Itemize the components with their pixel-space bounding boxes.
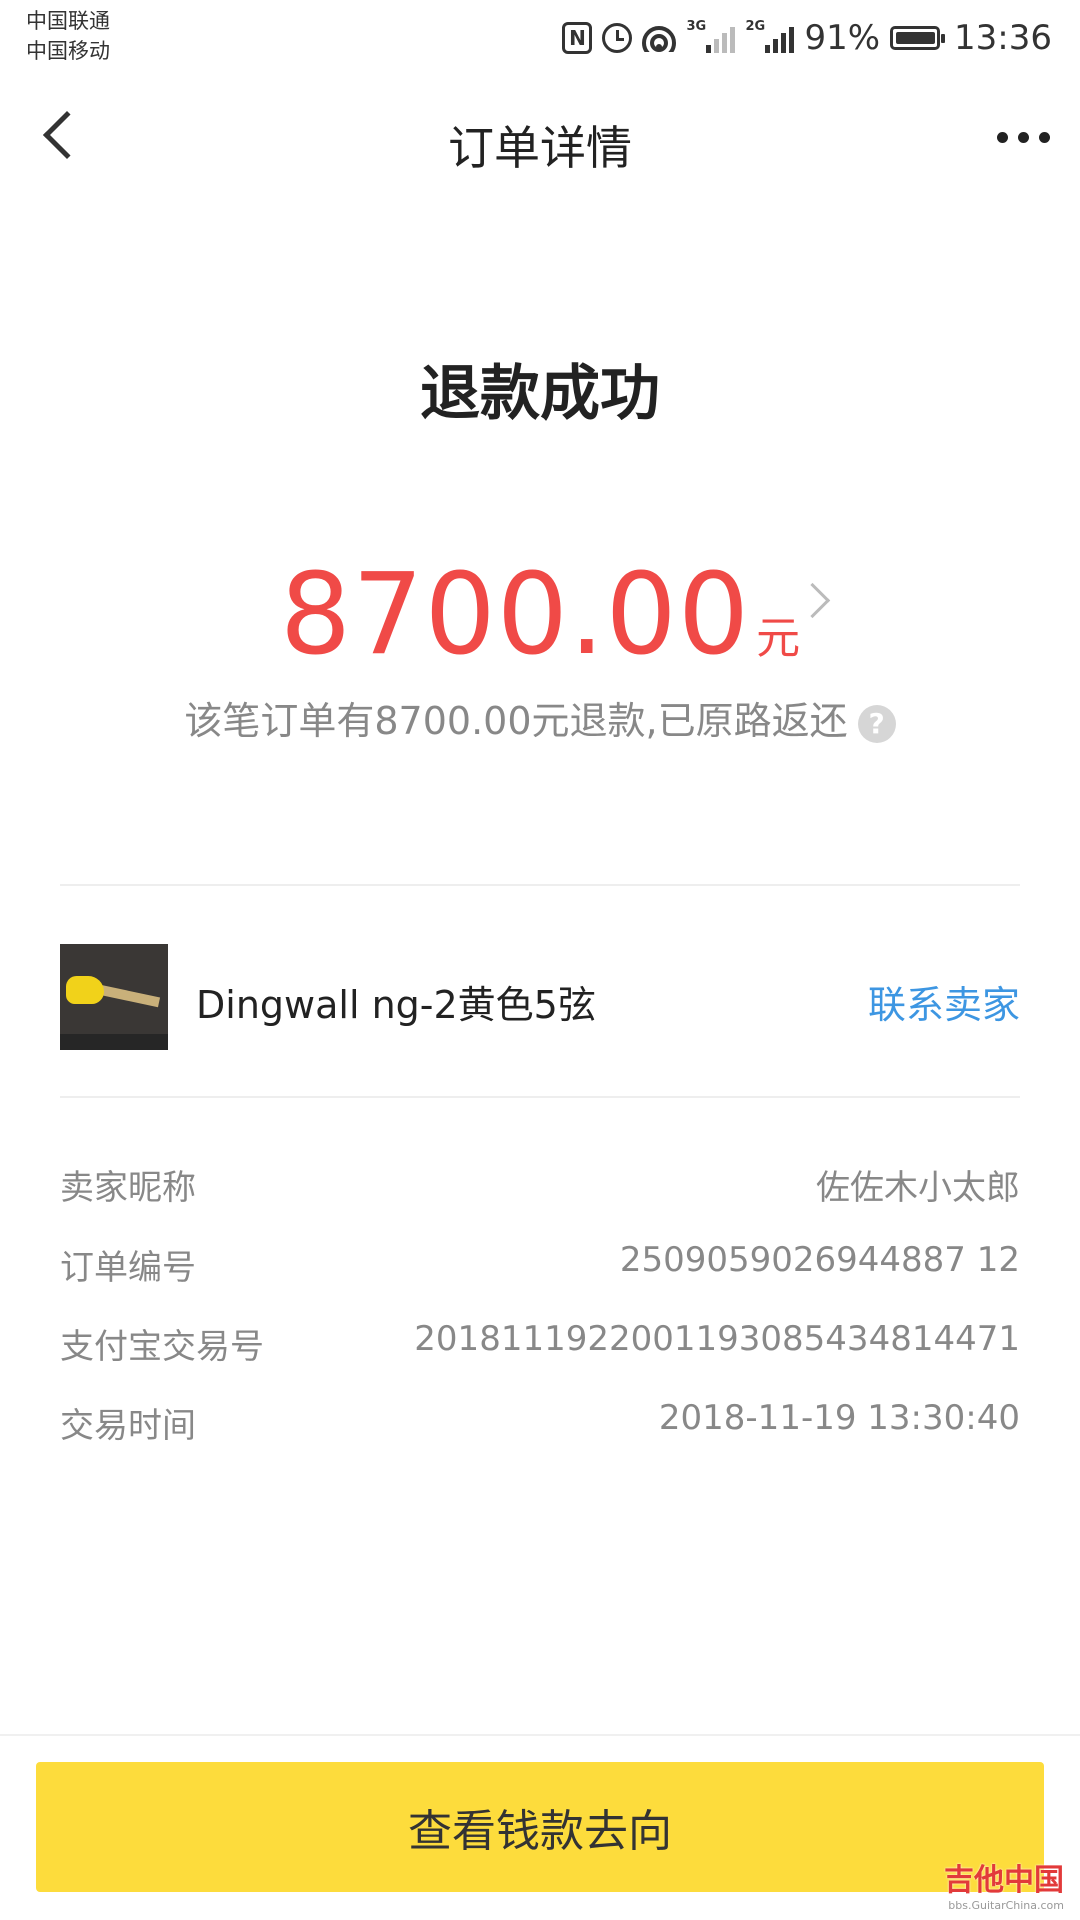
watermark: 吉他中国 bbs.GuitarChina.com [944,1855,1064,1912]
product-thumbnail[interactable] [60,944,168,1050]
more-options-icon[interactable] [997,132,1050,143]
watermark-sub: bbs.GuitarChina.com [948,1899,1064,1912]
net-type-1: 3G [686,19,707,34]
amount-value: 8700.00 [279,550,751,680]
divider [60,1096,1020,1098]
status-icons: N 3G 2G 91% 13:36 [562,18,1052,58]
alipay-trade-no-label: 支付宝交易号 [60,1327,264,1367]
carrier-2: 中国移动 [26,39,110,63]
signal-3g-icon: 3G [686,19,736,53]
battery-icon [890,26,946,50]
divider [60,884,1020,886]
page-title: 订单详情 [448,121,632,175]
seller-nickname-value: 佐佐木小太郎 [816,1168,1020,1208]
contact-seller-link[interactable]: 联系卖家 [868,974,1020,1029]
wifi-icon [642,24,677,52]
trade-time-value: 2018-11-19 13:30:40 [658,1398,1020,1438]
refund-note-text: 该笔订单有8700.00元退款,已原路返还 [184,699,848,743]
order-number-label: 订单编号 [60,1248,196,1288]
alipay-trade-no-value: 2018111922001193085434814471 [414,1319,1020,1359]
order-number-value: 2509059026944887 12 [619,1240,1020,1280]
refund-amount[interactable]: 8700.00 元 [0,550,1080,680]
nfc-icon: N [562,22,593,54]
battery-percent: 91% [804,18,881,58]
net-type-2: 2G [745,19,766,34]
amount-unit: 元 [756,613,801,664]
clock: 13:36 [954,18,1052,58]
help-icon[interactable]: ? [857,704,896,743]
seller-nickname-label: 卖家昵称 [60,1168,196,1208]
refund-note: 该笔订单有8700.00元退款,已原路返还? [0,690,1080,745]
alarm-icon [602,23,633,53]
signal-2g-icon: 2G [745,19,795,53]
watermark-text: 吉他中国 [944,1863,1064,1898]
refund-status-title: 退款成功 [420,359,660,429]
product-name[interactable]: Dingwall ng-2黄色5弦 [196,974,596,1029]
carrier-1: 中国联通 [26,9,110,33]
trade-time-label: 交易时间 [60,1406,196,1446]
view-money-flow-button[interactable]: 查看钱款去向 [36,1762,1044,1892]
